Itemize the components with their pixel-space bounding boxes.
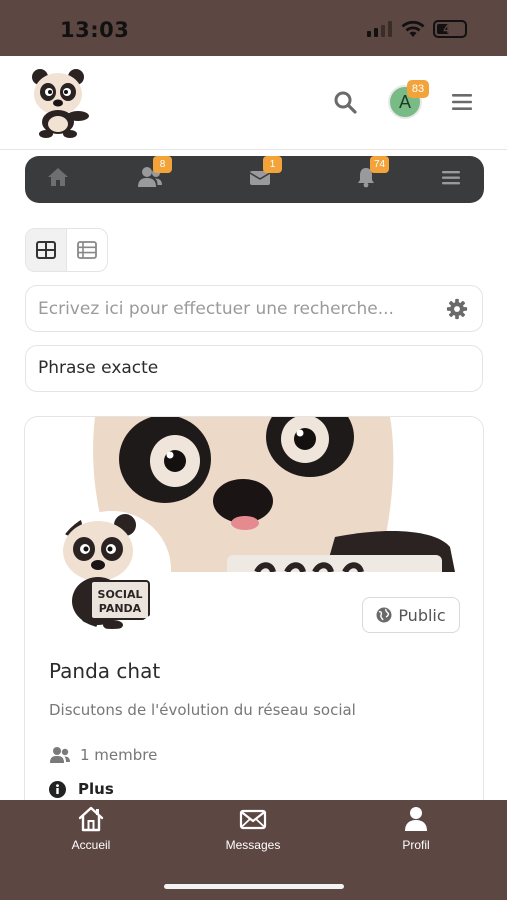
search-input[interactable] xyxy=(38,286,438,331)
group-card[interactable]: SOCIAL PANDA Public Panda chat Discutons… xyxy=(24,416,484,836)
tab-profil[interactable]: Profil xyxy=(361,806,471,852)
group-description: Discutons de l'évolution du réseau socia… xyxy=(49,701,356,719)
ios-status-bar: 13:03 48 xyxy=(0,0,507,56)
tab-accueil-label: Accueil xyxy=(71,838,111,852)
notifications-badge: 74 xyxy=(370,156,389,173)
search-icon[interactable] xyxy=(333,90,357,114)
nav-menu[interactable] xyxy=(442,166,462,192)
friends-badge: 8 xyxy=(153,156,172,173)
more-button[interactable]: Plus xyxy=(49,780,114,798)
member-count: 1 membre xyxy=(49,746,157,764)
notification-count-badge: 83 xyxy=(407,80,429,98)
svg-text:PANDA: PANDA xyxy=(99,602,142,615)
panda-avatar-image: SOCIAL PANDA xyxy=(53,511,171,629)
globe-icon xyxy=(376,607,392,623)
nav-messages[interactable]: 1 xyxy=(249,156,282,192)
svg-text:SOCIAL: SOCIAL xyxy=(98,588,143,601)
tab-profil-label: Profil xyxy=(402,838,430,852)
wifi-icon xyxy=(401,20,425,37)
messages-badge: 1 xyxy=(263,156,282,173)
status-icons: 48 xyxy=(367,20,467,38)
tab-accueil[interactable]: Accueil xyxy=(36,806,146,852)
privacy-label: Public xyxy=(398,605,446,625)
battery-icon: 48 xyxy=(433,20,467,38)
gear-icon[interactable] xyxy=(446,298,468,320)
panda-logo[interactable] xyxy=(28,68,90,138)
users-icon xyxy=(50,747,70,763)
search-field xyxy=(25,285,483,332)
nav-notifications[interactable]: 74 xyxy=(356,156,389,192)
app-header: A xyxy=(0,56,507,150)
member-count-label: 1 membre xyxy=(80,746,158,764)
home-outline-icon xyxy=(78,806,104,832)
exact-phrase-select[interactable]: Phrase exacte xyxy=(25,345,483,392)
home-indicator[interactable] xyxy=(164,884,344,889)
envelope-outline-icon xyxy=(239,809,267,830)
battery-level: 48 xyxy=(443,22,457,36)
list-icon xyxy=(76,241,97,259)
more-label: Plus xyxy=(78,780,114,798)
cellular-signal-icon xyxy=(367,21,392,37)
grid-view-button[interactable] xyxy=(26,229,67,271)
hamburger-menu-icon[interactable] xyxy=(452,93,472,111)
status-time: 13:03 xyxy=(60,18,130,42)
nav-home[interactable] xyxy=(47,166,71,192)
privacy-badge: Public xyxy=(362,597,460,633)
list-view-button[interactable] xyxy=(67,229,108,271)
tab-messages-label: Messages xyxy=(225,838,281,852)
home-icon xyxy=(48,168,68,186)
info-icon xyxy=(49,780,66,798)
grid-icon xyxy=(35,241,56,259)
user-icon xyxy=(405,807,427,831)
view-toggle xyxy=(25,228,108,272)
group-avatar: SOCIAL PANDA xyxy=(53,511,171,629)
quick-nav-bar: 8 1 74 xyxy=(25,156,484,203)
menu-icon xyxy=(442,171,460,185)
nav-friends[interactable]: 8 xyxy=(137,156,172,192)
group-title[interactable]: Panda chat xyxy=(49,659,160,683)
tab-messages[interactable]: Messages xyxy=(198,806,308,852)
